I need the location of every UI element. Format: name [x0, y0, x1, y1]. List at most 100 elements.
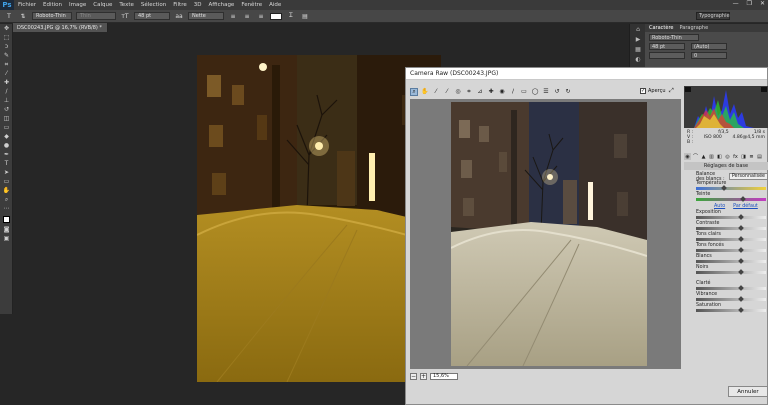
menu-selection[interactable]: Sélection: [141, 2, 166, 8]
healing-tool-icon[interactable]: ✚: [0, 78, 13, 87]
char-font-size[interactable]: 48 pt: [649, 43, 685, 50]
menu-filtre[interactable]: Filtre: [173, 2, 187, 8]
slider-track-6[interactable]: [696, 258, 766, 264]
zoom-in-button[interactable]: +: [420, 372, 427, 380]
slider-thumb-8[interactable]: [738, 285, 744, 291]
slider-thumb-1[interactable]: [740, 196, 746, 202]
auto-link[interactable]: Auto: [714, 204, 725, 209]
maximize-button[interactable]: ❐: [747, 0, 752, 7]
slider-track-1[interactable]: [696, 196, 766, 202]
actions-panel-icon[interactable]: ▶: [630, 34, 646, 44]
close-button[interactable]: ✕: [760, 0, 765, 7]
char-kerning[interactable]: [649, 52, 685, 59]
slider-thumb-5[interactable]: [738, 247, 744, 253]
quick-select-tool-icon[interactable]: ✎: [0, 51, 13, 60]
slider-track-9[interactable]: [696, 296, 766, 302]
type-tool-icon[interactable]: T: [0, 159, 13, 168]
warp-text-icon[interactable]: Ꮖ: [286, 12, 296, 21]
spot-removal-icon[interactable]: ✚: [487, 88, 495, 96]
split-toning-icon[interactable]: ◧: [716, 153, 723, 160]
cancel-button[interactable]: Annuler: [728, 386, 768, 397]
more-tools-icon[interactable]: ⋯: [0, 204, 13, 213]
menu-3d[interactable]: 3D: [194, 2, 202, 8]
slider-thumb-4[interactable]: [738, 236, 744, 242]
tone-curve-icon[interactable]: ⌒: [692, 153, 699, 160]
presets-icon[interactable]: ≣: [748, 153, 755, 160]
lasso-tool-icon[interactable]: ↄ: [0, 42, 13, 51]
text-color-swatch[interactable]: [270, 12, 282, 20]
history-panel-icon[interactable]: ⌂: [630, 24, 646, 34]
font-family-select[interactable]: Roboto-Thin: [32, 12, 72, 20]
font-style-select[interactable]: Thin: [76, 12, 116, 20]
history-brush-icon[interactable]: ↺: [0, 105, 13, 114]
hand-tool-icon[interactable]: ✋: [421, 88, 429, 96]
slider-thumb-7[interactable]: [738, 269, 744, 275]
slider-track-4[interactable]: [696, 236, 766, 242]
zoom-level-select[interactable]: 15,6%: [430, 372, 458, 380]
menu-image[interactable]: Image: [69, 2, 86, 8]
white-balance-select[interactable]: Personnalisée: [728, 173, 768, 180]
preferences-icon[interactable]: ☰: [542, 88, 550, 96]
font-size-select[interactable]: 48 pt: [134, 12, 170, 20]
blur-tool-icon[interactable]: ◆: [0, 132, 13, 141]
radial-filter-icon[interactable]: ◯: [531, 88, 539, 96]
slider-thumb-2[interactable]: [738, 214, 744, 220]
default-link[interactable]: Par défaut: [733, 204, 758, 209]
rotate-cw-icon[interactable]: ↻: [564, 88, 572, 96]
preview-checkbox[interactable]: ✓: [640, 88, 646, 94]
eyedropper-tool-icon[interactable]: ⁄: [0, 69, 13, 78]
fullscreen-icon[interactable]: ⤢: [669, 87, 677, 95]
white-balance-tool-icon[interactable]: ⁄: [432, 88, 440, 96]
slider-track-7[interactable]: [696, 269, 766, 275]
path-select-icon[interactable]: ➤: [0, 168, 13, 177]
slider-thumb-0[interactable]: [721, 185, 728, 191]
preview-toggle[interactable]: ✓ Aperçu: [640, 88, 666, 94]
crop-tool-icon[interactable]: ⌗: [465, 88, 473, 96]
shape-tool-icon[interactable]: ▭: [0, 177, 13, 186]
align-right-icon[interactable]: ≡: [256, 12, 266, 21]
slider-track-5[interactable]: [696, 247, 766, 253]
color-sampler-icon[interactable]: ⁄: [443, 88, 451, 96]
effects-icon[interactable]: fx: [732, 153, 739, 160]
menu-aide[interactable]: Aide: [269, 2, 281, 8]
menu-fenetre[interactable]: Fenêtre: [241, 2, 262, 8]
workspace-select[interactable]: Typographie: [696, 12, 730, 20]
color-swatches-icon[interactable]: [0, 213, 13, 225]
straighten-tool-icon[interactable]: ⊿: [476, 88, 484, 96]
marquee-tool-icon[interactable]: ⬚: [0, 33, 13, 42]
slider-thumb-6[interactable]: [738, 258, 744, 264]
char-font-family[interactable]: Roboto-Thin: [649, 34, 699, 41]
char-panel-icon[interactable]: ▤: [300, 12, 310, 21]
slider-thumb-9[interactable]: [738, 296, 744, 302]
document-tab[interactable]: DSC00243.JPG @ 16,7% (RVB/8) *: [13, 23, 108, 32]
zoom-out-button[interactable]: −: [410, 372, 417, 380]
eraser-tool-icon[interactable]: ◫: [0, 114, 13, 123]
detail-icon[interactable]: ▲: [700, 153, 707, 160]
menu-fichier[interactable]: Fichier: [18, 2, 36, 8]
slider-thumb-10[interactable]: [738, 307, 744, 313]
char-tracking[interactable]: 0: [691, 52, 727, 59]
slider-track-2[interactable]: [696, 214, 766, 220]
crop-tool-icon[interactable]: ⌗: [0, 60, 13, 69]
slider-track-0[interactable]: [696, 185, 766, 191]
lens-icon[interactable]: ◎: [724, 153, 731, 160]
stamp-tool-icon[interactable]: ⊥: [0, 96, 13, 105]
type-tool-icon[interactable]: T: [4, 12, 14, 21]
slider-thumb-3[interactable]: [738, 225, 744, 231]
adjustment-brush-icon[interactable]: ∕: [509, 88, 517, 96]
zoom-tool-icon[interactable]: ⌕: [410, 87, 418, 96]
align-center-icon[interactable]: ≡: [242, 12, 252, 21]
gradient-tool-icon[interactable]: ▭: [0, 123, 13, 132]
red-eye-icon[interactable]: ◉: [498, 88, 506, 96]
align-left-icon[interactable]: ≡: [228, 12, 238, 21]
tab-caractere[interactable]: Caractère: [649, 25, 673, 31]
text-orientation-icon[interactable]: ⇅: [18, 12, 28, 21]
slider-track-10[interactable]: [696, 307, 766, 313]
menu-affichage[interactable]: Affichage: [208, 2, 234, 8]
move-tool-icon[interactable]: ✥: [0, 24, 13, 33]
hand-tool-icon[interactable]: ✋: [0, 186, 13, 195]
antialias-select[interactable]: Nette: [188, 12, 224, 20]
tab-paragraphe[interactable]: Paragraphe: [679, 25, 708, 31]
minimize-button[interactable]: —: [733, 0, 739, 7]
swatches-panel-icon[interactable]: ▦: [630, 44, 646, 54]
